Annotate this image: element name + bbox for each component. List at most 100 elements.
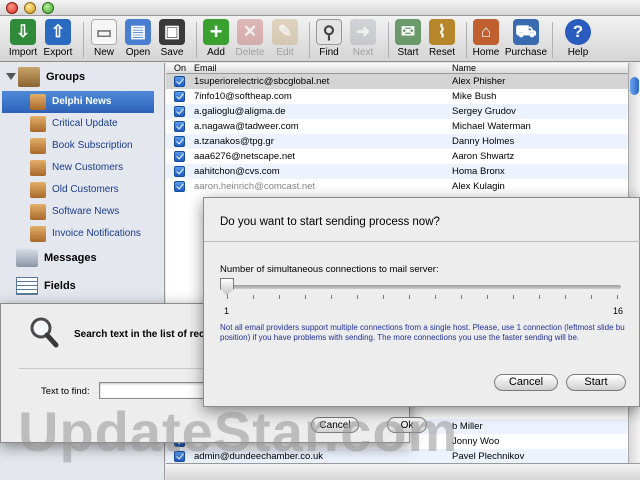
row-checkbox[interactable]	[174, 106, 185, 117]
table-row[interactable]: aahitchon@cvs.com Homa Bronx	[166, 164, 628, 179]
folder-icon: ▤	[125, 19, 151, 45]
connections-note: Not all email providers support multiple…	[220, 323, 625, 342]
sidebar-item-label: Old Customers	[52, 184, 119, 195]
export-button[interactable]: ⇧ Export	[36, 19, 80, 61]
home-button[interactable]: ⌂ Home	[464, 19, 508, 61]
column-header-on[interactable]: On	[174, 63, 186, 73]
next-label: Next	[352, 47, 374, 58]
table-row[interactable]: 7info10@softheap.com Mike Bush	[166, 89, 628, 104]
save-button[interactable]: ▣ Save	[150, 19, 194, 61]
reset-button[interactable]: ⌇ Reset	[420, 19, 464, 61]
row-checkbox[interactable]	[174, 151, 185, 162]
find-dialog-title: Search text in the list of rec	[74, 329, 205, 340]
row-name: Sergey Grudov	[452, 106, 516, 117]
groups-label: Groups	[46, 71, 86, 83]
connections-slider-track[interactable]	[226, 285, 621, 289]
row-name: Aaron Shwartz	[452, 151, 515, 162]
row-email: 1superiorelectric@sbcglobal.net	[194, 76, 330, 87]
groups-folder-icon	[18, 67, 40, 87]
slider-tick	[331, 295, 332, 299]
column-header-name[interactable]: Name	[452, 63, 476, 73]
purchase-label: Purchase	[504, 47, 548, 58]
table-row[interactable]: aaron.heinrich@comcast.net Alex Kulagin	[166, 179, 628, 194]
row-checkbox[interactable]	[174, 166, 185, 177]
toolbar-separator	[552, 22, 553, 58]
purchase-button[interactable]: ⛟ Purchase	[504, 19, 548, 61]
slider-tick	[305, 295, 306, 299]
reset-label: Reset	[428, 47, 456, 58]
table-row[interactable]: a.nagawa@tadweer.com Michael Waterman	[166, 119, 628, 134]
home-label: Home	[472, 47, 500, 58]
slider-tick	[513, 295, 514, 299]
start-button[interactable]: Start	[566, 374, 626, 391]
fields-label: Fields	[44, 280, 76, 292]
groups-header[interactable]: Groups	[4, 67, 159, 89]
envelope-icon	[16, 249, 38, 267]
shopping-cart-icon: ⛟	[513, 19, 539, 45]
sidebar-section-fields[interactable]: Fields	[14, 276, 154, 298]
table-grid-icon	[16, 277, 38, 295]
row-email: a.nagawa@tadweer.com	[194, 121, 299, 132]
connections-slider-knob[interactable]	[220, 278, 234, 295]
table-row[interactable]: a.galioglu@aligma.de Sergey Grudov	[166, 104, 628, 119]
row-email: aaa6276@netscape.net	[194, 151, 296, 162]
sidebar-item-software-news[interactable]: Software News	[2, 201, 154, 223]
row-name: Mike Bush	[452, 91, 497, 102]
row-checkbox[interactable]	[174, 121, 185, 132]
x-mark-icon: ✕	[237, 19, 263, 45]
sidebar-item-delphi-news[interactable]: Delphi News	[2, 91, 154, 113]
sidebar-item-new-customers[interactable]: New Customers	[2, 157, 154, 179]
slider-tick	[565, 295, 566, 299]
row-name: Alex Kulagin	[452, 181, 505, 192]
connections-label: Number of simultaneous connections to ma…	[220, 264, 439, 275]
row-name: Jonny Woo	[452, 436, 500, 447]
sidebar-item-critical-update[interactable]: Critical Update	[2, 113, 154, 135]
sidebar-item-label: Book Subscription	[52, 140, 133, 151]
disclosure-triangle-icon[interactable]	[6, 73, 16, 80]
row-checkbox[interactable]	[174, 76, 185, 87]
row-email: 7info10@softheap.com	[194, 91, 292, 102]
help-label: Help	[567, 47, 589, 58]
row-checkbox[interactable]	[174, 181, 185, 192]
slider-tick	[227, 295, 228, 299]
sidebar-item-old-customers[interactable]: Old Customers	[2, 179, 154, 201]
edit-button[interactable]: ✎ Edit	[263, 19, 307, 61]
save-label: Save	[160, 47, 184, 58]
row-checkbox[interactable]	[174, 91, 185, 102]
sidebar-item-label: Delphi News	[52, 96, 112, 107]
row-name: Michael Waterman	[452, 121, 531, 132]
sidebar-item-label: Software News	[52, 206, 120, 217]
slider-tick	[409, 295, 410, 299]
row-email: a.tzanakos@tpg.gr	[194, 136, 274, 147]
minimize-window-button[interactable]	[24, 2, 36, 14]
sidebar-item-invoice-notifications[interactable]: Invoice Notifications	[2, 223, 154, 245]
cancel-button[interactable]: Cancel	[494, 374, 558, 391]
divider	[204, 241, 640, 242]
sidebar-item-label: Invoice Notifications	[52, 228, 141, 239]
row-name: Homa Bronx	[452, 166, 505, 177]
pencil-icon: ✎	[272, 19, 298, 45]
scrollbar-thumb[interactable]	[630, 77, 639, 95]
table-header: On Email Name	[166, 63, 628, 74]
table-row[interactable]: a.tzanakos@tpg.gr Danny Holmes	[166, 134, 628, 149]
status-bar	[166, 463, 640, 480]
sidebar-item-label: Critical Update	[52, 118, 118, 129]
sidebar-item-book-subscription[interactable]: Book Subscription	[2, 135, 154, 157]
slider-tick	[617, 295, 618, 299]
text-to-find-label: Text to find:	[41, 386, 90, 397]
toolbar: ⇩ Import ⇧ Export ▭ New ▤ Open ▣ Save + …	[0, 16, 640, 62]
table-row[interactable]: aaa6276@netscape.net Aaron Shwartz	[166, 149, 628, 164]
row-checkbox[interactable]	[174, 136, 185, 147]
next-button[interactable]: ➜ Next	[341, 19, 385, 61]
floppy-disk-icon: ▣	[159, 19, 185, 45]
close-window-button[interactable]	[6, 2, 18, 14]
table-row[interactable]: 1superiorelectric@sbcglobal.net Alex Phi…	[166, 74, 628, 89]
slider-min-label: 1	[224, 306, 230, 316]
zoom-window-button[interactable]	[42, 2, 54, 14]
magnifier-icon: ⚲	[316, 19, 342, 45]
slider-tick	[487, 295, 488, 299]
sidebar-section-messages[interactable]: Messages	[14, 248, 154, 270]
help-button[interactable]: ? Help	[556, 19, 600, 61]
slider-tick	[539, 295, 540, 299]
column-header-email[interactable]: Email	[194, 63, 217, 73]
